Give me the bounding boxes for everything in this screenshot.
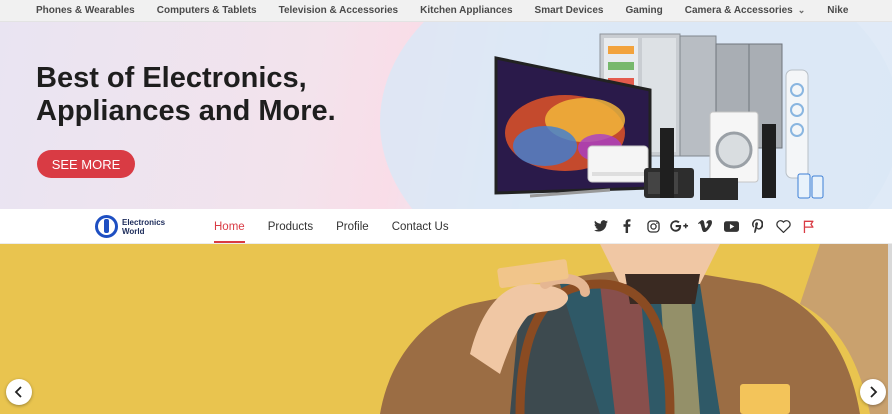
category-computers-tablets[interactable]: Computers & Tablets [157,5,257,16]
category-gaming[interactable]: Gaming [625,5,662,16]
appliances-image [494,33,824,200]
menu-item-products[interactable]: Products [268,209,313,244]
logo-text-line1: Electronics [122,217,166,227]
scrollbar[interactable] [888,244,892,414]
logo[interactable]: Electronics World [95,215,165,238]
logo-text-line2: World [122,226,145,236]
facebook-icon[interactable] [614,217,640,235]
main-menu: Home Products Profile Contact Us [214,209,472,244]
heart-icon[interactable] [770,217,796,235]
category-smart-devices[interactable]: Smart Devices [535,5,604,16]
category-camera-accessories[interactable]: Camera & Accessories ⌄ [685,5,806,16]
hero-title-line1: Best of Electronics, [36,62,307,94]
category-kitchen-appliances[interactable]: Kitchen Appliances [420,5,512,16]
twitter-icon[interactable] [588,217,614,235]
vimeo-icon[interactable] [692,217,718,235]
hero-title: Best of Electronics, Appliances and More… [36,62,396,128]
social-links [588,217,822,235]
category-nav: Phones & Wearables Computers & Tablets T… [0,0,892,22]
menu-item-contact-us[interactable]: Contact Us [392,209,449,244]
logo-mark-icon [95,215,118,238]
pinterest-icon[interactable] [744,217,770,235]
carousel-prev-button[interactable] [6,379,32,405]
category-phones-wearables[interactable]: Phones & Wearables [36,5,135,16]
carousel-slide-image [380,244,892,414]
carousel-next-button[interactable] [860,379,886,405]
menu-item-profile[interactable]: Profile [336,209,369,244]
instagram-icon[interactable] [640,217,666,235]
see-more-button[interactable]: SEE MORE [37,150,135,178]
hero-banner: Best of Electronics, Appliances and More… [0,22,892,209]
category-nike[interactable]: Nike [827,5,848,16]
promo-carousel [0,244,892,414]
menu-item-home[interactable]: Home [214,209,245,244]
flag-icon[interactable] [796,217,822,235]
chevron-left-icon [14,386,22,398]
google-plus-icon[interactable] [666,217,692,235]
category-television-accessories[interactable]: Television & Accessories [279,5,399,16]
chevron-right-icon [870,386,878,398]
chevron-down-icon: ⌄ [797,5,806,15]
main-nav: Electronics World Home Products Profile … [0,209,892,244]
hero-title-line2: Appliances and More. [36,95,336,127]
youtube-icon[interactable] [718,217,744,235]
